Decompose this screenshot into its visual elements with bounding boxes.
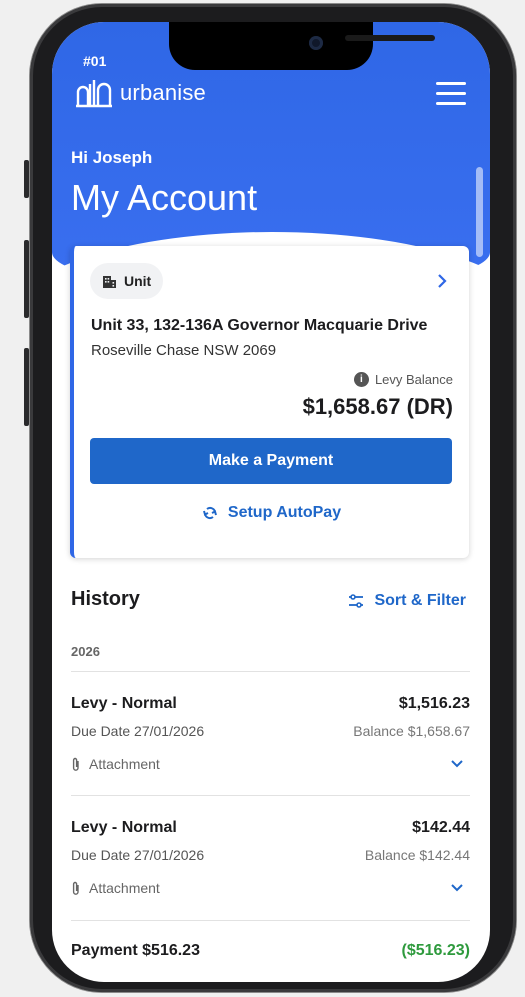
chevron-right-icon[interactable]	[436, 272, 448, 295]
refresh-icon	[202, 506, 217, 520]
history-item-amount: $1,516.23	[398, 695, 470, 712]
unit-chip-label: Unit	[124, 273, 152, 289]
app-screen: #01 urbanise Hi Joseph My Account Unit U…	[52, 22, 490, 982]
payment-item-title: Payment $516.23	[71, 942, 200, 959]
environment-code: #01	[83, 53, 107, 69]
history-item-amount: $142.44	[412, 819, 470, 836]
history-item-balance: Balance $142.44	[364, 847, 470, 863]
history-item-balance: Balance $1,658.67	[353, 723, 470, 739]
divider	[71, 920, 470, 921]
phone-side-button	[24, 160, 29, 198]
info-icon[interactable]: i	[353, 372, 369, 387]
setup-autopay-button[interactable]: Setup AutoPay	[74, 504, 469, 522]
filter-sliders-icon	[349, 594, 364, 608]
unit-suburb: Roseville Chase NSW 2069	[91, 342, 277, 359]
divider	[71, 671, 470, 672]
hamburger-menu-bar	[436, 102, 466, 105]
greeting: Hi Joseph	[71, 148, 153, 167]
phone-volume-down-button	[24, 348, 29, 426]
history-heading: History	[71, 588, 140, 610]
unit-address: Unit 33, 132-136A Governor Macquarie Dri…	[91, 317, 428, 334]
phone-volume-up-button	[24, 240, 29, 318]
history-item-title: Levy - Normal	[71, 819, 177, 836]
levy-balance-amount: $1,658.67 (DR)	[302, 394, 453, 419]
page-title: My Account	[71, 177, 258, 218]
paperclip-icon	[72, 757, 79, 771]
sort-filter-label: Sort & Filter	[374, 592, 466, 609]
phone-notch	[169, 22, 435, 70]
sort-filter-button[interactable]: Sort & Filter	[348, 592, 466, 610]
urbanise-logo-icon	[76, 80, 112, 108]
brand-logo[interactable]: urbanise	[74, 78, 206, 108]
list-item[interactable]: Levy - Normal $1,516.23 Due Date 27/01/2…	[71, 695, 470, 805]
camera-icon	[309, 36, 323, 50]
setup-autopay-label: Setup AutoPay	[227, 504, 342, 521]
account-card[interactable]: Unit Unit 33, 132-136A Governor Macquari…	[70, 246, 469, 558]
hamburger-menu-bar	[436, 92, 466, 95]
divider	[71, 795, 470, 796]
menu-button[interactable]	[436, 82, 466, 108]
brand-name: urbanise	[120, 80, 206, 105]
attachment-link[interactable]: Attachment	[71, 880, 160, 896]
speaker-grille	[345, 35, 435, 41]
make-payment-button[interactable]: Make a Payment	[90, 438, 452, 484]
payment-item-amount: ($516.23)	[401, 942, 471, 959]
levy-balance-label: i Levy Balance	[353, 372, 453, 387]
attachment-link[interactable]: Attachment	[71, 756, 160, 772]
attachment-label: Attachment	[89, 880, 160, 896]
list-item[interactable]: Levy - Normal $142.44 Due Date 27/01/202…	[71, 819, 470, 929]
unit-chip[interactable]: Unit	[90, 263, 164, 299]
chevron-down-icon[interactable]	[450, 753, 464, 774]
building-icon	[103, 275, 116, 288]
history-item-title: Levy - Normal	[71, 695, 177, 712]
hamburger-menu-icon	[436, 82, 466, 85]
chevron-down-icon[interactable]	[450, 877, 464, 898]
history-item-due-date: Due Date 27/01/2026	[71, 847, 205, 863]
history-item-due-date: Due Date 27/01/2026	[71, 723, 205, 739]
history-year: 2026	[71, 644, 100, 659]
attachment-label: Attachment	[89, 756, 160, 772]
paperclip-icon	[72, 881, 79, 895]
scrollbar-thumb[interactable]	[476, 167, 483, 257]
levy-balance-text: Levy Balance	[374, 372, 453, 387]
